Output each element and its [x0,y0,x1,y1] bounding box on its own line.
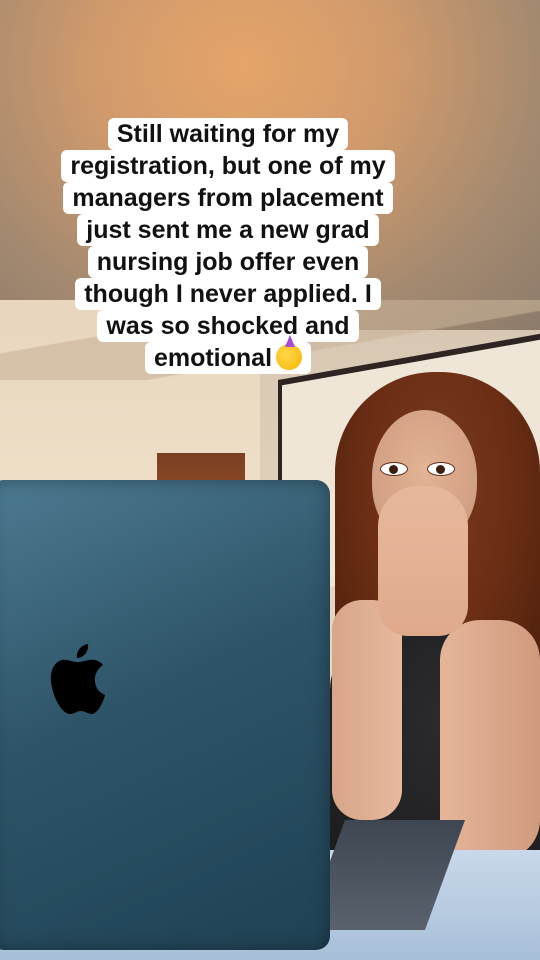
caption-line: though I never applied. I [75,278,381,310]
person-hands [378,486,468,636]
caption-line: nursing job offer even [87,246,369,278]
caption-line-text: emotional [153,344,273,372]
caption-line: managers from placement [63,182,393,214]
caption-line: just sent me a new grad [77,214,379,246]
partying-face-emoji-icon [276,335,303,370]
person-eye-left [380,462,408,476]
person-eye-right [427,462,455,476]
apple-logo-icon [50,644,105,714]
person-arm-left [332,600,402,820]
caption-text-overlay: Still waiting for my registration, but o… [28,118,428,374]
caption-line-last: emotional [144,335,312,374]
caption-line: Still waiting for my [107,118,349,150]
caption-line: was so shocked and [97,310,359,342]
caption-line: registration, but one of my [61,150,395,182]
